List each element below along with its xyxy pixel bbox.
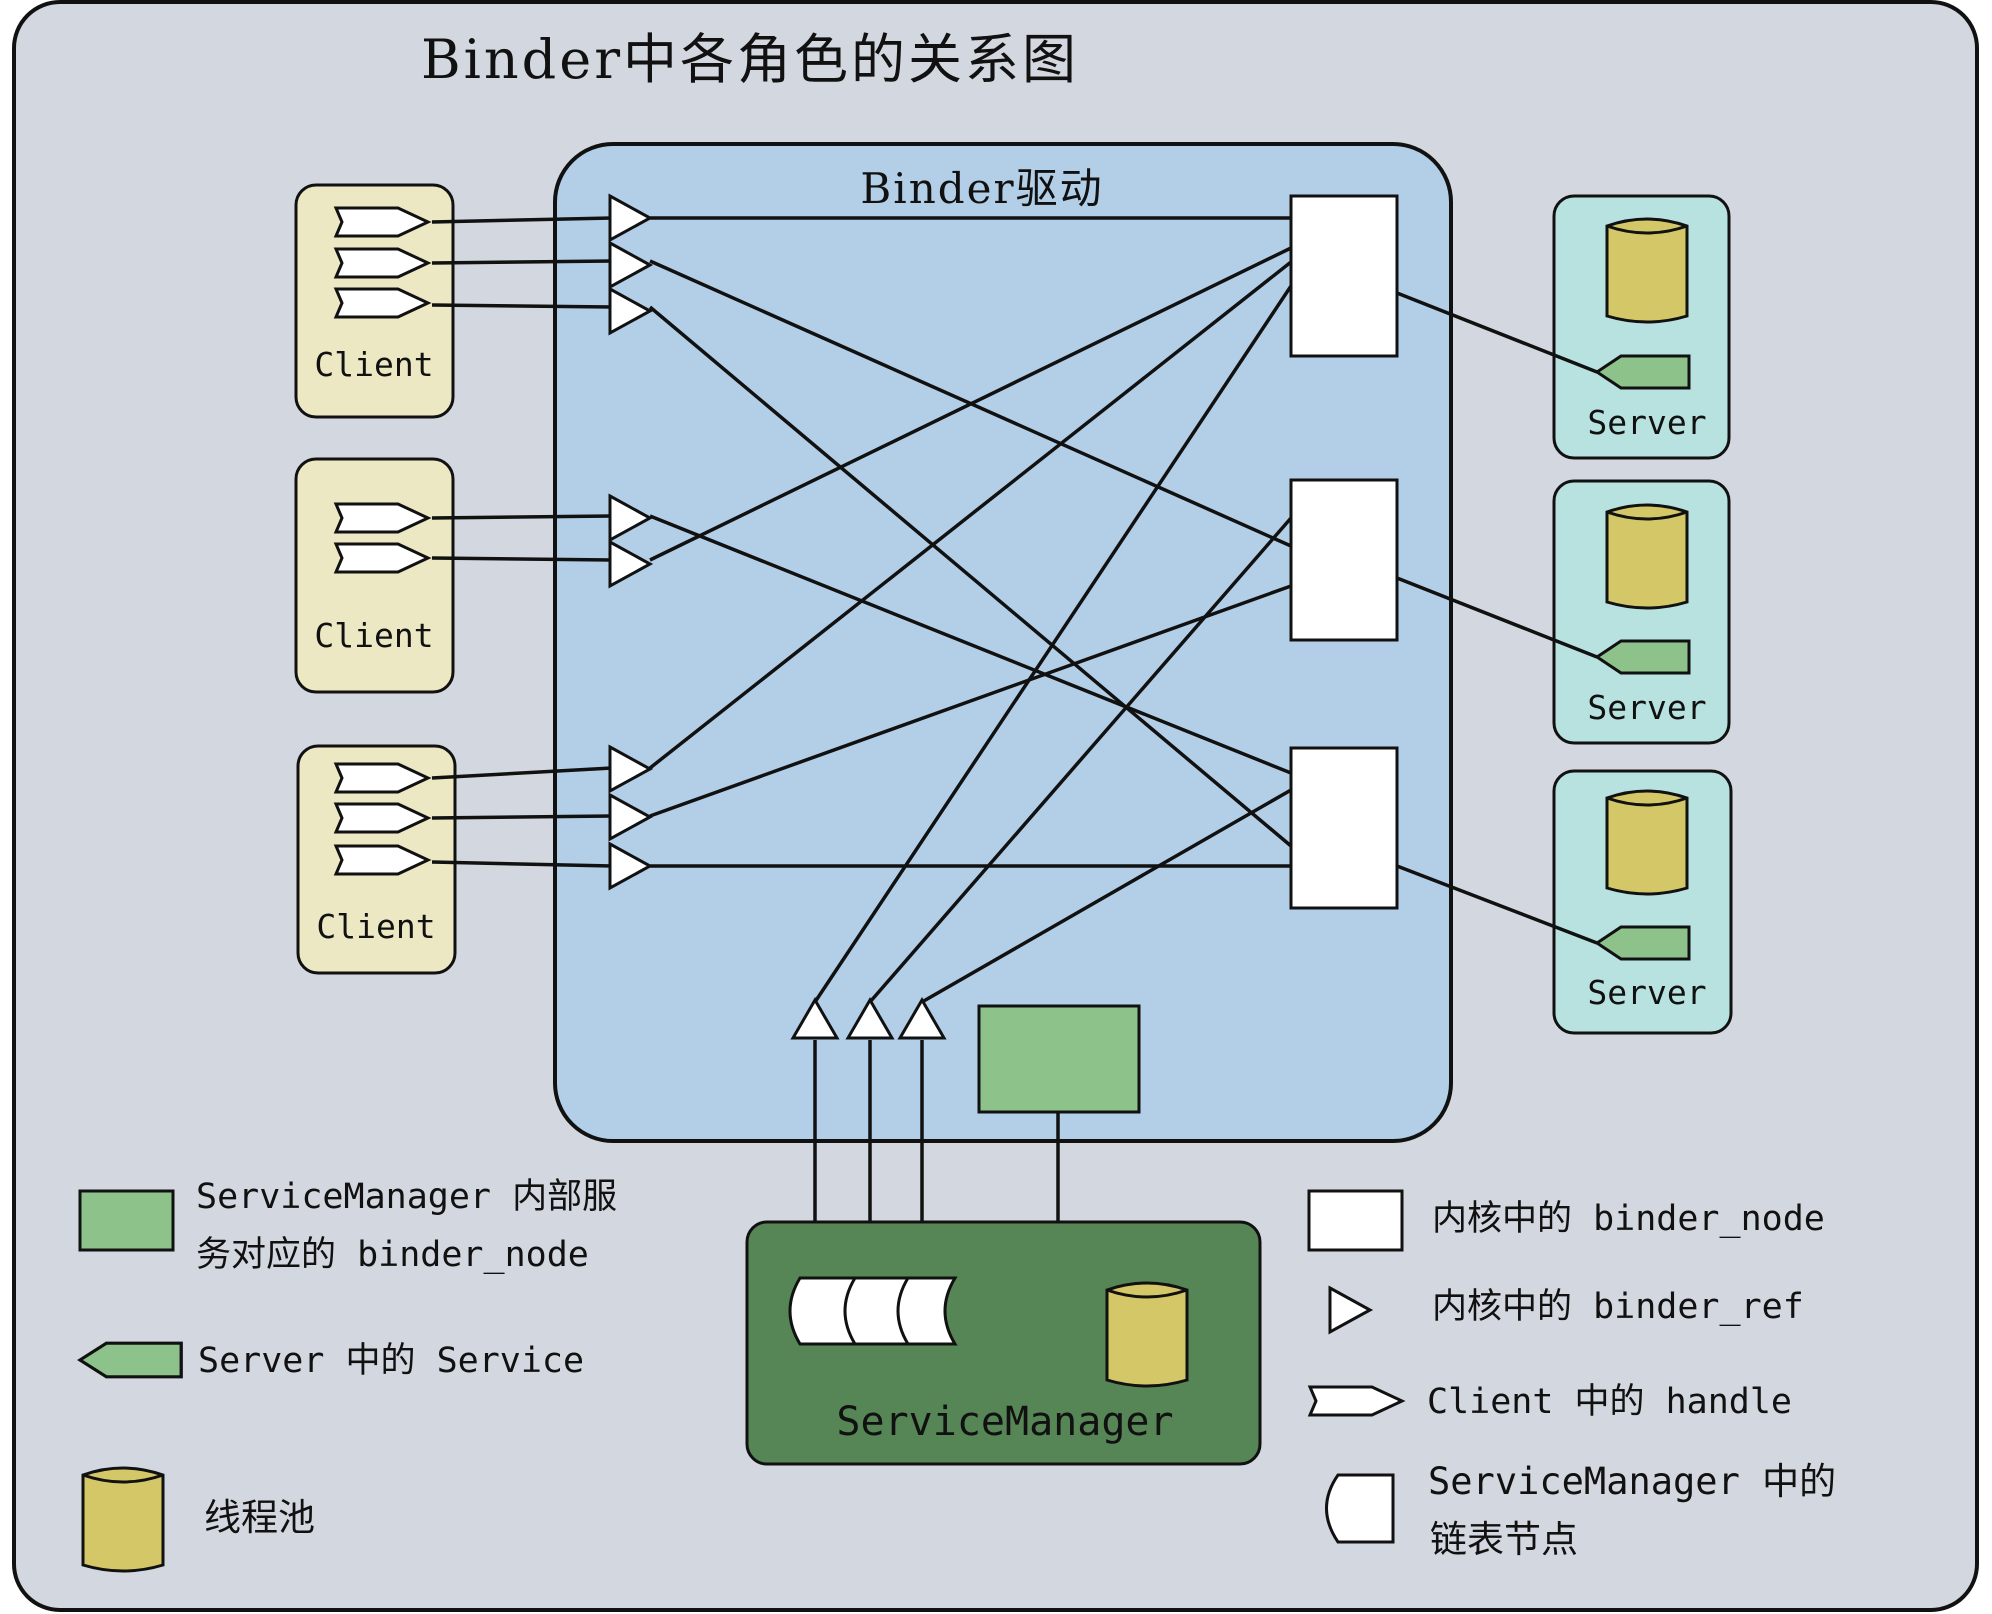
legend-thread-pool-text: 线程池	[204, 1496, 315, 1539]
diagram-title: Binder中各角色的关系图	[421, 28, 1079, 91]
legend-thread-pool-icon	[81, 1466, 165, 1573]
service-manager-label: ServiceManager	[836, 1399, 1173, 1445]
service-manager-box: ServiceManager	[745, 1220, 1262, 1466]
client-1-handles	[334, 206, 430, 319]
thread-pool-icon	[1605, 503, 1689, 610]
legend-sm-node-swatch	[78, 1189, 175, 1252]
legend-binder-ref-text: 内核中的 binder_ref	[1432, 1287, 1804, 1327]
thread-pool-icon	[1605, 217, 1689, 324]
legend-service-text: Server 中的 Service	[198, 1341, 584, 1381]
list-node-icon	[896, 1276, 958, 1346]
sm-binder-node	[977, 1004, 1141, 1114]
thread-pool-icon	[1105, 1281, 1189, 1388]
legend-list-node-text: ServiceManager 中的	[1428, 1460, 1836, 1503]
client-label: Client	[314, 345, 433, 384]
binder-driver-label: Binder驱动	[860, 164, 1103, 213]
binder-node	[1289, 746, 1399, 910]
binder-node	[1289, 478, 1399, 642]
legend-binder-node-text: 内核中的 binder_node	[1432, 1199, 1825, 1239]
server-label: Server	[1587, 973, 1706, 1012]
legend-handle-text: Client 中的 handle	[1427, 1382, 1792, 1422]
server-label: Server	[1587, 688, 1706, 727]
client-3-handles	[334, 762, 430, 876]
binder-relationship-diagram: Binder中各角色的关系图 Binder驱动 Client Client Cl…	[12, 0, 1979, 1612]
server-1-internals	[1595, 217, 1691, 390]
legend-list-node-text: 链表节点	[1430, 1518, 1578, 1561]
server-3-internals	[1595, 789, 1691, 961]
client-label: Client	[316, 907, 435, 946]
server-2-internals	[1595, 503, 1691, 675]
binder-nodes	[1289, 194, 1399, 910]
legend-sm-node-text: ServiceManager 内部服	[196, 1177, 617, 1217]
binder-node	[1289, 194, 1399, 358]
legend-sm-node-text: 务对应的 binder_node	[196, 1235, 589, 1275]
legend-binder-node-swatch	[1307, 1189, 1404, 1252]
sm-list-nodes	[788, 1276, 958, 1346]
legend-list-node-icon	[1325, 1473, 1395, 1544]
server-label: Server	[1587, 403, 1706, 442]
thread-pool-icon	[1605, 789, 1689, 896]
client-label: Client	[314, 616, 433, 655]
client-2: Client	[294, 457, 455, 694]
